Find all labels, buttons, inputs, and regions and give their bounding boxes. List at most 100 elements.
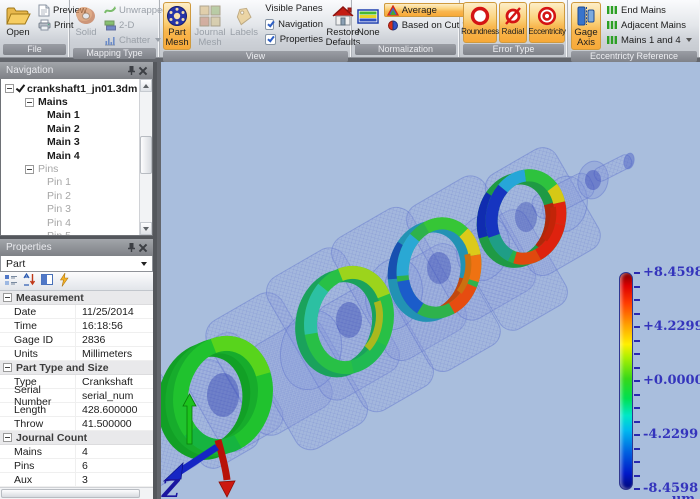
gage-axis-button[interactable]: Gage Axis — [571, 2, 601, 50]
model-viewport[interactable]: Z +8.4598 +4.2299 +0.0000 -4.2299 -8.459… — [161, 62, 700, 499]
tree-item-main-1[interactable]: Main 1 — [1, 109, 139, 122]
collapse-box-icon[interactable] — [3, 363, 12, 372]
property-row-mains[interactable]: Mains4 — [0, 445, 153, 459]
navigation-pane-checkbox[interactable]: Navigation — [265, 17, 323, 31]
none-stripes-icon — [357, 4, 379, 28]
category-journal-count[interactable]: Journal Count — [0, 431, 153, 445]
tree-item-pin-5[interactable]: Pin 5 — [1, 229, 139, 235]
roundness-label: Roundness — [461, 28, 499, 36]
part-mesh-icon — [165, 4, 189, 28]
journal-mesh-label: Journal Mesh — [194, 28, 225, 48]
property-row-length[interactable]: Length428.600000 — [0, 403, 153, 417]
property-row-date[interactable]: Date11/25/2014 — [0, 305, 153, 319]
scroll-down-button[interactable] — [140, 222, 152, 235]
solid-button[interactable]: Solid — [73, 2, 99, 47]
tree-item-label: Pin 3 — [47, 203, 71, 215]
close-icon[interactable] — [137, 242, 149, 254]
properties-pane-checkbox[interactable]: Properties — [265, 32, 323, 46]
category-measurement[interactable]: Measurement — [0, 291, 153, 305]
tree-item-pins[interactable]: Pins — [1, 162, 139, 175]
scrollbar-thumb[interactable] — [140, 136, 152, 174]
properties-object-select[interactable]: Part — [0, 256, 153, 272]
two-d-label: 2-D — [119, 20, 134, 31]
tree-item-pin-3[interactable]: Pin 3 — [1, 203, 139, 216]
journal-mesh-button[interactable]: Journal Mesh — [193, 2, 227, 50]
open-button[interactable]: Open — [3, 2, 33, 43]
category-part-type-and-size[interactable]: Part Type and Size — [0, 361, 153, 375]
end-mains-button[interactable]: End Mains — [603, 3, 695, 17]
property-row-gage-id[interactable]: Gage ID2836 — [0, 333, 153, 347]
properties-panel-titlebar: Properties — [0, 239, 153, 256]
tree-item-main-2[interactable]: Main 2 — [1, 122, 139, 135]
mains-1-and-4-icon — [606, 35, 618, 45]
labels-tag-icon — [234, 4, 254, 28]
roundness-button[interactable]: Roundness — [463, 2, 497, 43]
scrollbar-thumb[interactable] — [1, 489, 140, 498]
navigation-panel-title: Navigation — [6, 65, 53, 76]
mains-1-and-4-label: Mains 1 and 4 — [621, 35, 681, 46]
collapse-box-icon[interactable] — [3, 293, 12, 302]
legend-tick-label: +8.4598 — [643, 265, 697, 280]
ribbon-group-label-normalization: Normalization — [355, 44, 456, 55]
gage-axis-label: Gage Axis — [573, 28, 599, 48]
tree-item-pin-1[interactable]: Pin 1 — [1, 176, 139, 189]
tree-item-label: Pins — [38, 163, 58, 175]
tree-item-mains[interactable]: Mains — [1, 95, 139, 108]
tree-item-label: Pin 4 — [47, 217, 71, 229]
properties-grid: Measurement Date11/25/2014 Time16:18:56 … — [0, 291, 153, 487]
checkbox-checked-icon — [265, 19, 274, 30]
tree-item-main-3[interactable]: Main 3 — [1, 136, 139, 149]
chatter-chart-icon — [104, 35, 116, 46]
property-row-units[interactable]: UnitsMillimeters — [0, 347, 153, 361]
radial-button[interactable]: Radial — [499, 2, 527, 43]
tree-item-main-4[interactable]: Main 4 — [1, 149, 139, 162]
properties-horizontal-scrollbar[interactable] — [0, 487, 153, 499]
property-row-serial-number[interactable]: Serial Numberserial_num — [0, 389, 153, 403]
eccentricity-icon — [536, 4, 558, 28]
ribbon-group-label-eccentricity-reference: Eccentricty Reference — [571, 51, 697, 62]
property-row-time[interactable]: Time16:18:56 — [0, 319, 153, 333]
average-label: Average — [402, 5, 437, 16]
property-row-throw[interactable]: Throw41.500000 — [0, 417, 153, 431]
none-button[interactable]: None — [355, 2, 382, 43]
collapse-box-icon[interactable] — [5, 84, 14, 93]
tree-item-root[interactable]: crankshaft1_jn01.3dm — [1, 82, 139, 95]
solid-torus-icon — [75, 4, 97, 28]
two-d-icon — [104, 20, 116, 31]
x-axis-red-arrowhead — [219, 481, 235, 497]
tree-item-pin-4[interactable]: Pin 4 — [1, 216, 139, 229]
mains-1-and-4-button[interactable]: Mains 1 and 4 — [603, 33, 695, 47]
sort-alphabetical-button[interactable] — [22, 273, 36, 289]
collapse-box-icon[interactable] — [25, 165, 34, 174]
visible-panes-heading: Visible Panes — [265, 3, 323, 16]
category-label: Journal Count — [16, 432, 87, 444]
labels-button[interactable]: Labels — [229, 2, 259, 50]
chatter-label: Chatter — [119, 35, 150, 46]
properties-checkbox-label: Properties — [280, 34, 323, 45]
eccentricity-button[interactable]: Eccentricity — [529, 2, 565, 43]
property-pages-button[interactable] — [40, 273, 54, 289]
collapse-box-icon[interactable] — [25, 98, 34, 107]
tree-item-label: Pin 1 — [47, 176, 71, 188]
based-on-cut-label: Based on Cut 1 — [402, 20, 468, 31]
tree-item-label: Main 2 — [47, 123, 80, 135]
tree-item-pin-2[interactable]: Pin 2 — [1, 189, 139, 202]
printer-icon — [38, 19, 51, 31]
close-icon[interactable] — [137, 65, 149, 77]
properties-toolbar — [0, 272, 153, 291]
navigation-scrollbar[interactable] — [139, 79, 152, 235]
scrollbar-track[interactable] — [140, 92, 152, 222]
part-mesh-button[interactable]: Part Mesh — [163, 2, 191, 50]
refresh-lightning-button[interactable] — [58, 273, 70, 290]
labels-label: Labels — [230, 28, 258, 38]
scroll-up-button[interactable] — [140, 79, 152, 92]
ribbon-group-error-type: Roundness Radial Eccentricity Error Type — [460, 0, 568, 57]
legend-unit-label: µm — [643, 492, 695, 499]
categorized-view-button[interactable] — [4, 273, 18, 289]
collapse-box-icon[interactable] — [3, 433, 12, 442]
property-row-aux[interactable]: Aux3 — [0, 473, 153, 487]
property-row-pins[interactable]: Pins6 — [0, 459, 153, 473]
pin-icon[interactable] — [125, 65, 137, 77]
pin-icon[interactable] — [125, 242, 137, 254]
adjacent-mains-button[interactable]: Adjacent Mains — [603, 18, 695, 32]
